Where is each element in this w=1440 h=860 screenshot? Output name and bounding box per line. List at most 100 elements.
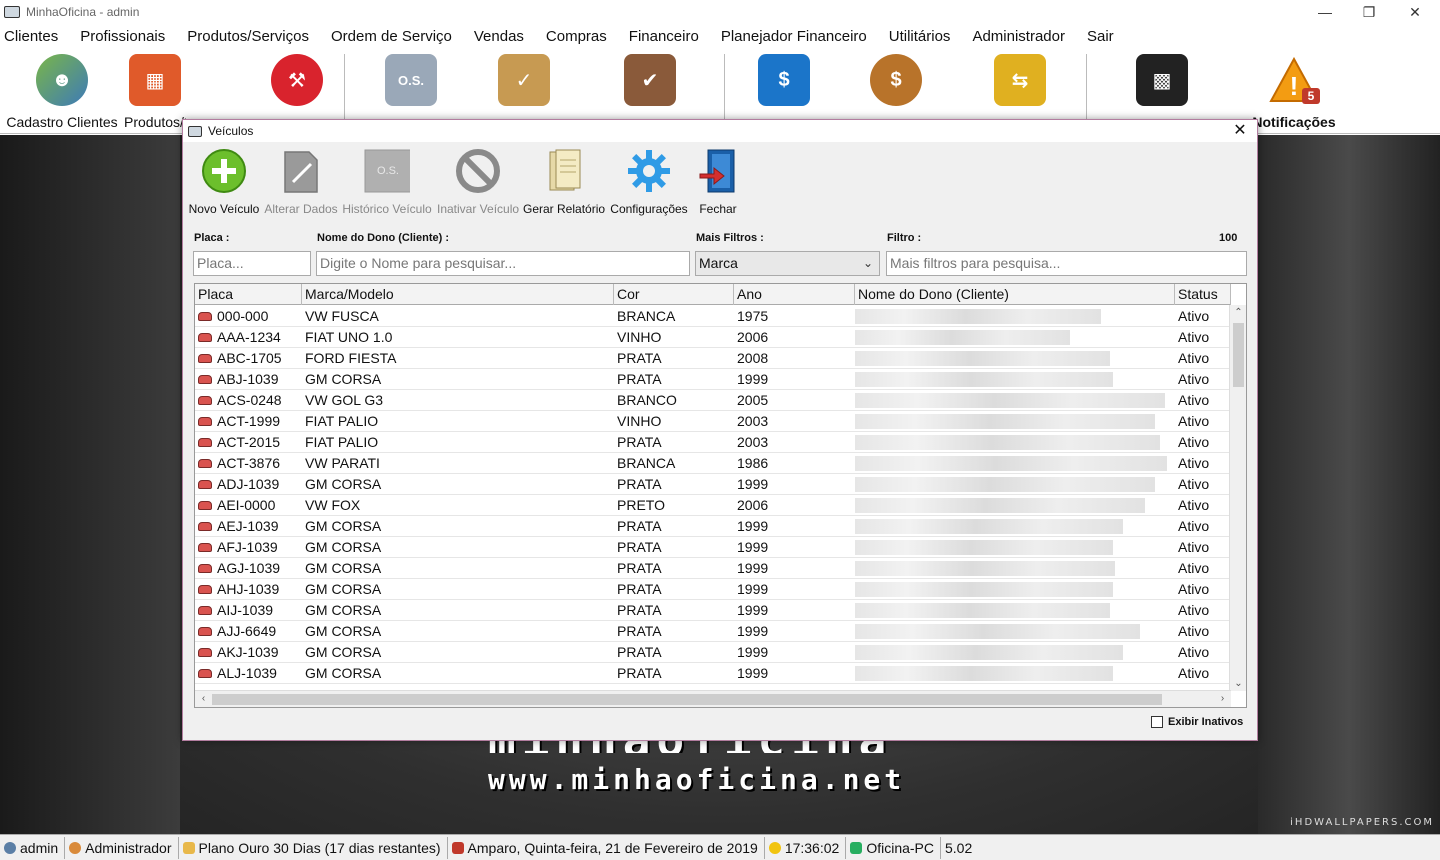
- placa-text: ACT-2015: [217, 434, 281, 450]
- novo-veiculo-button[interactable]: Novo Veículo: [187, 144, 261, 218]
- table-row[interactable]: ACT-3876 VW PARATI BRANCA 1986 Ativo: [195, 453, 1231, 474]
- table-row[interactable]: AGJ-1039 GM CORSA PRATA 1999 Ativo: [195, 558, 1231, 579]
- table-row[interactable]: ALJ-1039 GM CORSA PRATA 1999 Ativo: [195, 663, 1231, 684]
- cell-ano: 1999: [737, 644, 769, 660]
- table-row[interactable]: AEI-0000 VW FOX PRETO 2006 Ativo: [195, 495, 1231, 516]
- history-icon: O.S.: [364, 148, 410, 194]
- table-row[interactable]: AAA-1234 FIAT UNO 1.0 VINHO 2006 Ativo: [195, 327, 1231, 348]
- minimize-button[interactable]: —: [1302, 0, 1348, 24]
- redacted-owner-name: [855, 372, 1113, 387]
- mais-filtros-select[interactable]: Marca ⌄: [695, 251, 880, 276]
- vertical-scrollbar[interactable]: ⌃ ⌄: [1229, 305, 1246, 691]
- horizontal-scrollbar[interactable]: ‹ ›: [195, 690, 1231, 707]
- table-row[interactable]: AKJ-1039 GM CORSA PRATA 1999 Ativo: [195, 642, 1231, 663]
- table-row[interactable]: ADJ-1039 GM CORSA PRATA 1999 Ativo: [195, 474, 1231, 495]
- table-row[interactable]: AFJ-1039 GM CORSA PRATA 1999 Ativo: [195, 537, 1231, 558]
- cell-nome-dono: [855, 327, 1175, 348]
- cell-status: Ativo: [1178, 518, 1210, 534]
- menu-vendas[interactable]: Vendas: [463, 28, 535, 45]
- alterar-dados-button[interactable]: Alterar Dados: [263, 144, 339, 218]
- menu-utilitarios[interactable]: Utilitários: [878, 28, 962, 45]
- cell-nome-dono: [855, 516, 1175, 537]
- filtro-input[interactable]: Mais filtros para pesquisa...: [886, 251, 1247, 276]
- table-row[interactable]: ACS-0248 VW GOL G3 BRANCO 2005 Ativo: [195, 390, 1231, 411]
- table-row[interactable]: AHJ-1039 GM CORSA PRATA 1999 Ativo: [195, 579, 1231, 600]
- table-row[interactable]: AJJ-6649 GM CORSA PRATA 1999 Ativo: [195, 621, 1231, 642]
- exibir-inativos-checkbox[interactable]: Exibir Inativos: [1151, 716, 1243, 728]
- table-row[interactable]: ACT-1999 FIAT PALIO VINHO 2003 Ativo: [195, 411, 1231, 432]
- cell-cor: PRATA: [617, 602, 662, 618]
- col-ano[interactable]: Ano: [734, 284, 855, 305]
- notificacoes-button[interactable]: ! 5 Notificações: [1248, 50, 1340, 132]
- cell-marca-modelo: VW GOL G3: [305, 392, 384, 408]
- col-status[interactable]: Status: [1175, 284, 1231, 305]
- scroll-up-icon[interactable]: ⌃: [1230, 307, 1246, 318]
- table-row[interactable]: AEJ-1039 GM CORSA PRATA 1999 Ativo: [195, 516, 1231, 537]
- cell-marca-modelo: GM CORSA: [305, 371, 382, 387]
- dialog-icon: [188, 125, 202, 137]
- close-window-button[interactable]: ✕: [1392, 0, 1438, 24]
- menu-ordem-servico[interactable]: Ordem de Serviço: [320, 28, 463, 45]
- produtos-button[interactable]: ▦ Produtos/Serviços: [124, 50, 186, 132]
- car-icon: [198, 543, 212, 552]
- checkbox-box[interactable]: [1151, 716, 1163, 728]
- col-marca-modelo[interactable]: Marca/Modelo: [302, 284, 614, 305]
- status-bar: admin Administrador Plano Ouro 30 Dias (…: [0, 834, 1440, 860]
- restore-button[interactable]: ❐: [1346, 0, 1392, 24]
- menu-planejador-financeiro[interactable]: Planejador Financeiro: [710, 28, 878, 45]
- scroll-right-icon[interactable]: ›: [1214, 693, 1231, 704]
- menu-financeiro[interactable]: Financeiro: [618, 28, 710, 45]
- cell-ano: 2006: [737, 329, 769, 345]
- cell-status: Ativo: [1178, 434, 1210, 450]
- cell-status: Ativo: [1178, 308, 1210, 324]
- window-title: MinhaOficina - admin: [26, 5, 140, 19]
- table-row[interactable]: ABC-1705 FORD FIESTA PRATA 2008 Ativo: [195, 348, 1231, 369]
- menu-clientes[interactable]: Clientes: [0, 28, 69, 45]
- cell-cor: BRANCO: [617, 392, 677, 408]
- placa-text: AHJ-1039: [217, 581, 280, 597]
- configuracoes-button[interactable]: Configurações: [609, 144, 689, 218]
- historico-veiculo-button[interactable]: O.S. Histórico Veículo: [341, 144, 433, 218]
- cell-marca-modelo: VW FUSCA: [305, 308, 379, 324]
- placa-input[interactable]: Placa...: [193, 251, 311, 276]
- car-icon: [198, 585, 212, 594]
- gerar-relatorio-button[interactable]: Gerar Relatório: [523, 144, 605, 218]
- cell-placa: ALJ-1039: [195, 663, 302, 684]
- dono-search-input[interactable]: Digite o Nome para pesquisar...: [316, 251, 690, 276]
- placa-text: ACT-3876: [217, 455, 281, 471]
- cell-cor: BRANCA: [617, 308, 676, 324]
- menu-compras[interactable]: Compras: [535, 28, 618, 45]
- horizontal-scroll-thumb[interactable]: [212, 694, 1162, 705]
- status-role-text: Administrador: [85, 839, 172, 856]
- col-nome-dono[interactable]: Nome do Dono (Cliente): [855, 284, 1175, 305]
- cell-marca-modelo: VW PARATI: [305, 455, 380, 471]
- table-row[interactable]: ABJ-1039 GM CORSA PRATA 1999 Ativo: [195, 369, 1231, 390]
- vertical-scroll-thumb[interactable]: [1233, 323, 1244, 387]
- menu-produtos-servicos[interactable]: Produtos/Serviços: [176, 28, 320, 45]
- vehicles-table[interactable]: Placa Marca/Modelo Cor Ano Nome do Dono …: [194, 283, 1247, 708]
- placa-text: ACT-1999: [217, 413, 281, 429]
- scroll-down-icon[interactable]: ⌄: [1230, 678, 1246, 689]
- cell-ano: 1999: [737, 371, 769, 387]
- menu-administrador[interactable]: Administrador: [961, 28, 1076, 45]
- cell-status: Ativo: [1178, 476, 1210, 492]
- cadastro-clientes-button[interactable]: ☻ Cadastro Clientes: [2, 50, 122, 132]
- cell-placa: AFJ-1039: [195, 537, 302, 558]
- col-cor[interactable]: Cor: [614, 284, 734, 305]
- fechar-button[interactable]: Fechar: [689, 144, 747, 218]
- table-row[interactable]: ACT-2015 FIAT PALIO PRATA 2003 Ativo: [195, 432, 1231, 453]
- menu-sair[interactable]: Sair: [1076, 28, 1125, 45]
- exibir-inativos-label: Exibir Inativos: [1168, 716, 1244, 728]
- table-row[interactable]: 000-000 VW FUSCA BRANCA 1975 Ativo: [195, 306, 1231, 327]
- coins-icon: ⇆: [994, 54, 1046, 106]
- cell-status: Ativo: [1178, 665, 1210, 681]
- scroll-left-icon[interactable]: ‹: [195, 693, 212, 704]
- table-row[interactable]: AIJ-1039 GM CORSA PRATA 1999 Ativo: [195, 600, 1231, 621]
- col-placa[interactable]: Placa: [195, 284, 302, 305]
- cell-placa: AGJ-1039: [195, 558, 302, 579]
- redacted-owner-name: [855, 666, 1113, 681]
- dialog-close-button[interactable]: ✕: [1231, 122, 1249, 140]
- inativar-veiculo-button[interactable]: Inativar Veículo: [437, 144, 519, 218]
- menu-profissionais[interactable]: Profissionais: [69, 28, 176, 45]
- redacted-owner-name: [855, 414, 1155, 429]
